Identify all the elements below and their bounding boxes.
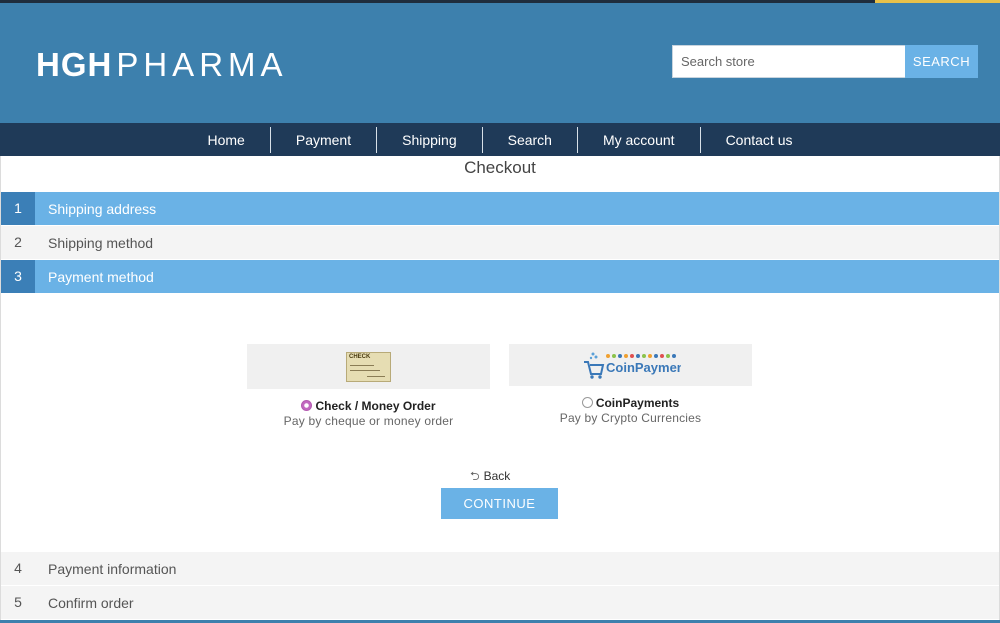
page-title: Checkout <box>464 158 536 177</box>
step-label: Shipping address <box>48 200 157 217</box>
step-payment-information[interactable]: 4 Payment information <box>1 552 999 585</box>
step-number: 2 <box>14 234 22 250</box>
payment-option-name: Check / Money Order <box>247 399 490 413</box>
payment-option-coinpayments[interactable]: CoinPayments CoinPayments Pay by Crypto … <box>509 344 752 425</box>
svg-text:CoinPayments: CoinPayments <box>606 360 681 375</box>
step-label: Payment method <box>48 268 154 285</box>
brand-thin: PHARMA <box>116 46 288 83</box>
step-label: Payment information <box>48 560 177 577</box>
continue-button[interactable]: CONTINUE <box>441 488 558 519</box>
check-money-order-image: CHECK <box>247 344 490 389</box>
step-confirm-order[interactable]: 5 Confirm order <box>1 586 999 619</box>
brand-bold: HGH <box>36 46 113 83</box>
search-bar: SEARCH <box>672 45 978 78</box>
radio-check-money-order[interactable] <box>301 400 313 411</box>
nav-item-home[interactable]: Home <box>183 126 271 153</box>
nav-item-search[interactable]: Search <box>483 126 578 153</box>
step-shipping-address[interactable]: 1 Shipping address <box>1 192 999 225</box>
payment-option-description: Pay by cheque or money order <box>283 414 454 428</box>
site-logo[interactable]: HGH PHARMA <box>20 23 283 107</box>
step-number: 4 <box>14 560 22 576</box>
payment-option-name: CoinPayments <box>509 396 752 410</box>
radio-coinpayments[interactable] <box>581 397 593 408</box>
coinpayments-image: CoinPayments <box>509 344 752 386</box>
back-arrow-icon: ⮌ <box>470 469 480 483</box>
step-number: 3 <box>1 260 35 293</box>
step-label: Confirm order <box>48 594 134 611</box>
step-number: 5 <box>14 594 22 610</box>
check-icon: CHECK <box>346 351 391 382</box>
payment-option-description: Pay by Crypto Currencies <box>559 411 702 425</box>
back-link[interactable]: ⮌ Back <box>470 467 510 488</box>
step-number: 1 <box>1 192 35 225</box>
step-payment-method[interactable]: 3 Payment method <box>1 260 999 293</box>
nav-item-shipping[interactable]: Shipping <box>377 126 483 153</box>
main-nav: Home Payment Shipping Search My account … <box>0 123 1000 156</box>
site-header: HGH PHARMA SEARCH <box>0 3 1000 123</box>
search-input[interactable] <box>672 45 905 78</box>
nav-item-payment[interactable]: Payment <box>271 126 378 153</box>
search-button[interactable]: SEARCH <box>905 45 978 78</box>
step-label: Shipping method <box>48 234 154 251</box>
step-shipping-method[interactable]: 2 Shipping method <box>1 226 999 259</box>
nav-item-contact-us[interactable]: Contact us <box>701 127 818 153</box>
coinpayments-logo-icon: CoinPayments <box>583 352 681 379</box>
brand-name: HGH PHARMA <box>36 46 288 84</box>
payment-option-check[interactable]: CHECK Check / Money Order Pay by cheque … <box>247 344 490 428</box>
nav-item-my-account[interactable]: My account <box>578 126 701 153</box>
